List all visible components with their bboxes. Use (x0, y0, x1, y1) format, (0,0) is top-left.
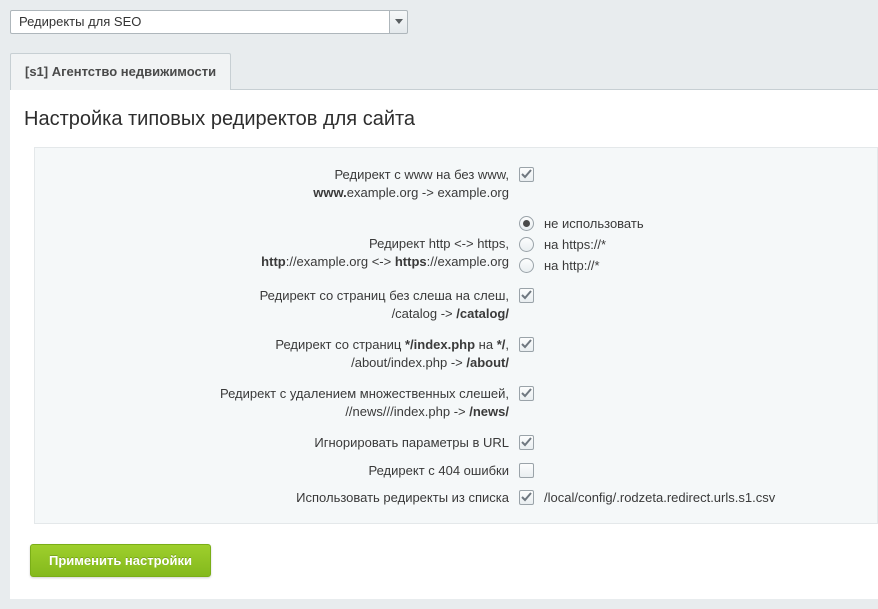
label-multislash-redirect: Редирект с удалением множественных слеше… (49, 385, 519, 420)
radio-label-protocol-none: не использовать (544, 216, 644, 231)
checkbox-index-redirect[interactable] (519, 337, 534, 352)
tab-label: [s1] Агентство недвижимости (25, 64, 216, 79)
tab-site-s1[interactable]: [s1] Агентство недвижимости (10, 53, 231, 90)
panel-title: Настройка типовых редиректов для сайта (24, 108, 878, 131)
checkbox-multislash-redirect[interactable] (519, 386, 534, 401)
module-selector[interactable]: Редиректы для SEO (10, 10, 408, 34)
row-index-redirect: Редирект со страниц */index.php на */, /… (49, 336, 863, 371)
radio-label-protocol-https: на https://* (544, 237, 606, 252)
check-icon (521, 437, 532, 448)
row-ignore-params: Игнорировать параметры в URL (49, 434, 863, 452)
label-ignore-params: Игнорировать параметры в URL (49, 434, 519, 452)
site-tabs: [s1] Агентство недвижимости (10, 52, 878, 89)
redirect-list-path: /local/config/.rodzeta.redirect.urls.s1.… (544, 490, 775, 505)
checkbox-www-redirect[interactable] (519, 167, 534, 182)
label-protocol-redirect: Редирект http <-> https, http://example.… (49, 215, 519, 270)
checkbox-slash-redirect[interactable] (519, 288, 534, 303)
radio-protocol-http[interactable] (519, 258, 534, 273)
chevron-down-icon (395, 19, 403, 25)
label-404-redirect: Редирект с 404 ошибки (49, 462, 519, 480)
row-protocol-redirect: Редирект http <-> https, http://example.… (49, 215, 863, 273)
row-use-redirect-list: Использовать редиректы из списка /local/… (49, 489, 863, 507)
checkbox-404-redirect[interactable] (519, 463, 534, 478)
label-slash-redirect: Редирект со страниц без слеша на слеш, /… (49, 287, 519, 322)
check-icon (521, 290, 532, 301)
label-www-redirect: Редирект с www на без www, www.example.o… (49, 166, 519, 201)
row-www-redirect: Редирект с www на без www, www.example.o… (49, 166, 863, 201)
apply-settings-button[interactable]: Применить настройки (30, 544, 211, 577)
radio-dot-icon (523, 220, 530, 227)
radio-label-protocol-http: на http://* (544, 258, 600, 273)
checkbox-ignore-params[interactable] (519, 435, 534, 450)
module-selector-value: Редиректы для SEO (10, 10, 390, 34)
settings-panel: Настройка типовых редиректов для сайта Р… (10, 89, 878, 599)
radio-protocol-none[interactable] (519, 216, 534, 231)
check-icon (521, 492, 532, 503)
checkbox-use-redirect-list[interactable] (519, 490, 534, 505)
row-slash-redirect: Редирект со страниц без слеша на слеш, /… (49, 287, 863, 322)
submit-bar: Применить настройки (24, 544, 878, 577)
check-icon (521, 339, 532, 350)
settings-form: Редирект с www на без www, www.example.o… (34, 147, 878, 524)
label-use-redirect-list: Использовать редиректы из списка (49, 489, 519, 507)
row-multislash-redirect: Редирект с удалением множественных слеше… (49, 385, 863, 420)
row-404-redirect: Редирект с 404 ошибки (49, 462, 863, 480)
radio-protocol-https[interactable] (519, 237, 534, 252)
check-icon (521, 388, 532, 399)
label-index-redirect: Редирект со страниц */index.php на */, /… (49, 336, 519, 371)
module-selector-dropdown-button[interactable] (390, 10, 408, 34)
check-icon (521, 169, 532, 180)
